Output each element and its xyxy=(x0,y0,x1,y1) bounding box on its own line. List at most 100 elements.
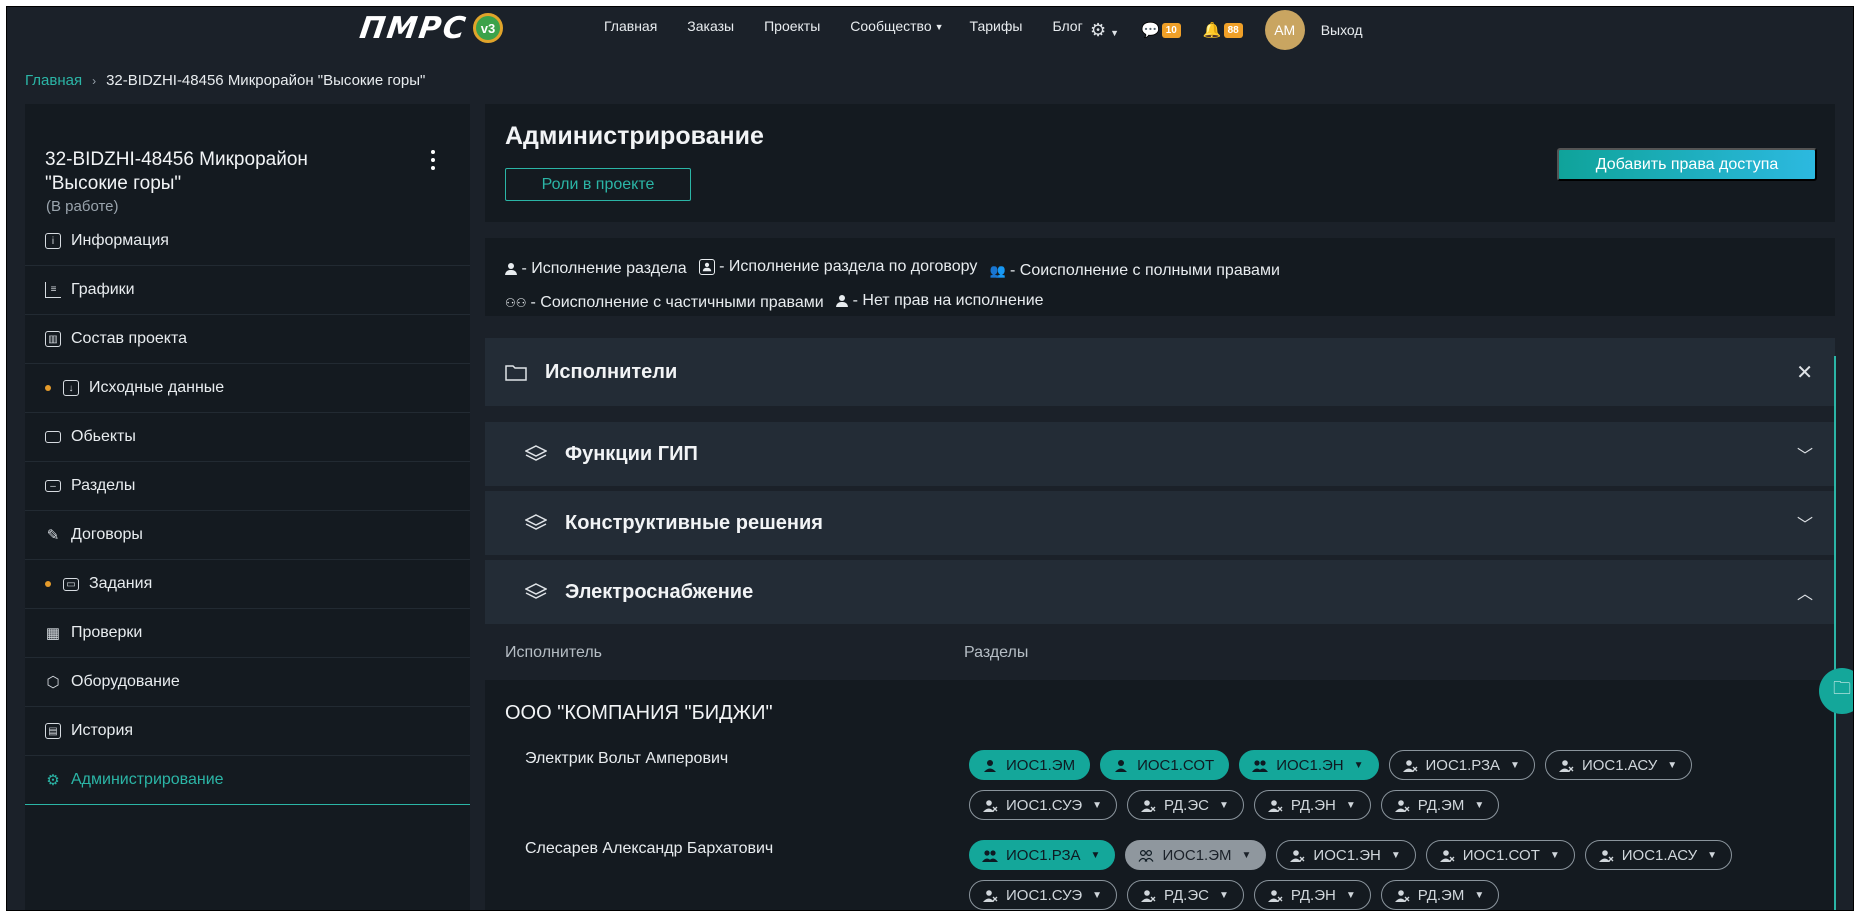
accordion-constructive[interactable]: Конструктивные решения ﹀ xyxy=(485,491,1835,555)
chevron-down-icon[interactable]: ﹀ xyxy=(1797,511,1813,535)
section-chip-label: РД.ЭС xyxy=(1164,796,1209,814)
layers-icon xyxy=(525,583,547,599)
sidebar-item-charts[interactable]: ≡ Графики xyxy=(25,266,470,315)
section-chip[interactable]: ИОС1.РЗА ▼ xyxy=(969,840,1116,870)
nav-home[interactable]: Главная xyxy=(604,18,657,34)
more-options-icon[interactable] xyxy=(431,150,437,170)
sidebar-item-objects[interactable]: Обьекты xyxy=(25,413,470,462)
section-chip[interactable]: РД.ЭС ▼ xyxy=(1127,880,1244,910)
caret-down-icon[interactable]: ▼ xyxy=(1092,890,1102,901)
accordion-executors[interactable]: Исполнители ✕ xyxy=(485,338,1835,406)
accordion-title: Исполнители xyxy=(545,360,678,383)
add-folder-button[interactable]: 🗀 xyxy=(1819,668,1860,714)
sidebar-item-sections[interactable]: – Разделы xyxy=(25,462,470,511)
section-chip[interactable]: ИОС1.АСУ ▼ xyxy=(1544,750,1693,780)
section-chip[interactable]: РД.ЭН ▼ xyxy=(1253,880,1371,910)
caret-down-icon[interactable]: ▼ xyxy=(1242,850,1252,861)
caret-down-icon[interactable]: ▼ xyxy=(1550,850,1560,861)
sidebar-item-source-data[interactable]: ↓ Исходные данные xyxy=(25,364,470,413)
avatar[interactable]: АМ xyxy=(1264,10,1305,50)
sidebar-item-label: История xyxy=(71,722,134,739)
nav-tariffs[interactable]: Тарифы xyxy=(970,18,1023,34)
messages-count-badge: 10 xyxy=(1161,22,1181,38)
caret-down-icon[interactable]: ▼ xyxy=(1510,760,1520,771)
section-chip[interactable]: ИОС1.ЭН ▼ xyxy=(1239,750,1379,780)
section-chip-label: ИОС1.РЗА xyxy=(1006,846,1081,864)
nav-community-label: Сообщество xyxy=(850,18,932,34)
sidebar-item-contracts[interactable]: ✎ Договоры xyxy=(25,511,470,560)
sidebar-item-administration[interactable]: ⚙ Администрирование xyxy=(25,756,470,805)
breadcrumb-home[interactable]: Главная xyxy=(25,72,82,89)
accordion-gip[interactable]: Функции ГИП ﹀ xyxy=(485,422,1835,486)
section-chip[interactable]: ИОС1.СУЭ ▼ xyxy=(969,880,1118,910)
section-chip[interactable]: ИОС1.СОТ ▼ xyxy=(1425,840,1575,870)
section-chip[interactable]: ИОС1.РЗА ▼ xyxy=(1388,750,1535,780)
caret-down-icon[interactable]: ▼ xyxy=(1667,760,1677,771)
caret-down-icon[interactable]: ▼ xyxy=(1219,890,1229,901)
sidebar-item-equipment[interactable]: ⬡ Оборудование xyxy=(25,658,470,707)
nav-blog[interactable]: Блог xyxy=(1052,18,1082,34)
sidebar-item-label: Состав проекта xyxy=(71,330,188,347)
sidebar-item-tasks[interactable]: ▭ Задания xyxy=(25,560,470,609)
logout-link[interactable]: Выход xyxy=(1321,22,1363,38)
accordion-title: Электроснабжение xyxy=(565,580,754,603)
section-chip[interactable]: ИОС1.ЭМ ▼ xyxy=(1125,840,1267,870)
section-chip[interactable]: РД.ЭМ ▼ xyxy=(1380,790,1500,820)
section-chips: ИОС1.РЗА ▼ ИОС1.ЭМ ▼ ИОС1.ЭН ▼ ИОС1.СОТ ▼ ИОС1.А… xyxy=(969,840,1789,910)
section-chip[interactable]: РД.ЭС ▼ xyxy=(1127,790,1244,820)
report-icon: ▥ xyxy=(45,331,61,347)
section-chip[interactable]: ИОС1.СУЭ ▼ xyxy=(969,790,1118,820)
download-icon: ↓ xyxy=(63,380,79,396)
collapse-icon[interactable]: ✕ xyxy=(1796,360,1813,385)
person-contract-icon xyxy=(699,259,716,275)
status-dot xyxy=(45,581,51,587)
sidebar-item-label: Графики xyxy=(71,281,135,298)
admin-header-panel: Администрирование Роли в проекте Добавит… xyxy=(485,104,1835,222)
sidebar-item-info[interactable]: i Информация xyxy=(25,217,470,266)
legend-label: - Соисполнение с частичными правами xyxy=(530,294,824,311)
section-chip-label: РД.ЭМ xyxy=(1417,886,1465,904)
section-chip[interactable]: ИОС1.ЭМ xyxy=(969,750,1091,780)
legend-label: - Исполнение раздела по договору xyxy=(719,258,978,275)
project-sidebar: 32-BIDZHI-48456 Микрорайон "Высокие горы… xyxy=(25,104,470,917)
messages-button[interactable]: 💬 10 xyxy=(1141,21,1181,39)
legend-label: - Соисполнение с полными правами xyxy=(1009,262,1280,279)
sidebar-item-composition[interactable]: ▥ Состав проекта xyxy=(25,315,470,364)
section-chip[interactable]: ИОС1.ЭН ▼ xyxy=(1276,840,1416,870)
nav-orders[interactable]: Заказы xyxy=(687,18,734,34)
sidebar-item-checks[interactable]: ▦ Проверки xyxy=(25,609,470,658)
add-access-rights-button[interactable]: Добавить права доступа xyxy=(1557,148,1817,181)
chevron-down-icon[interactable]: ﹀ xyxy=(1797,442,1813,466)
section-chip[interactable]: ИОС1.АСУ ▼ xyxy=(1584,840,1733,870)
caret-down-icon[interactable]: ▼ xyxy=(1219,800,1229,811)
notifications-button[interactable]: 🔔 88 xyxy=(1203,21,1243,39)
caret-down-icon[interactable]: ▼ xyxy=(1346,890,1356,901)
caret-down-icon[interactable]: ▼ xyxy=(1346,800,1356,811)
project-roles-button[interactable]: Роли в проекте xyxy=(505,168,691,201)
bell-icon: 🔔 xyxy=(1202,22,1222,39)
caret-down-icon[interactable]: ▼ xyxy=(1091,850,1101,861)
sidebar-item-label: Информация xyxy=(71,232,169,249)
persons-full-icon xyxy=(982,849,998,862)
caret-down-icon[interactable]: ▼ xyxy=(1092,800,1102,811)
accordion-power-supply[interactable]: Электроснабжение ︿ xyxy=(485,560,1835,624)
caret-down-icon[interactable]: ▼ xyxy=(1707,850,1717,861)
sidebar-item-history[interactable]: ▤ История xyxy=(25,707,470,756)
logo[interactable]: ПМРС v3 xyxy=(358,11,503,46)
person-no-rights-icon xyxy=(1140,889,1156,902)
section-chip[interactable]: РД.ЭМ ▼ xyxy=(1380,880,1500,910)
settings-dropdown[interactable]: ⚙ ▼ xyxy=(1090,20,1119,41)
pen-icon: ✎ xyxy=(46,527,60,544)
section-chip[interactable]: РД.ЭН ▼ xyxy=(1253,790,1371,820)
caret-down-icon[interactable]: ▼ xyxy=(1474,800,1484,811)
caret-down-icon[interactable]: ▼ xyxy=(1474,890,1484,901)
top-navbar: ПМРС v3 Главная Заказы Проекты Сообществ… xyxy=(0,0,1860,56)
section-chip[interactable]: ИОС1.СОТ xyxy=(1100,750,1230,780)
chevron-up-icon[interactable]: ︿ xyxy=(1797,580,1813,604)
caret-down-icon[interactable]: ▼ xyxy=(1391,850,1401,861)
nav-community[interactable]: Сообщество ▼ xyxy=(850,18,943,34)
nav-projects[interactable]: Проекты xyxy=(764,18,820,34)
person-no-rights-icon xyxy=(1558,759,1574,772)
info-icon: i xyxy=(45,233,61,249)
caret-down-icon[interactable]: ▼ xyxy=(1354,760,1364,771)
